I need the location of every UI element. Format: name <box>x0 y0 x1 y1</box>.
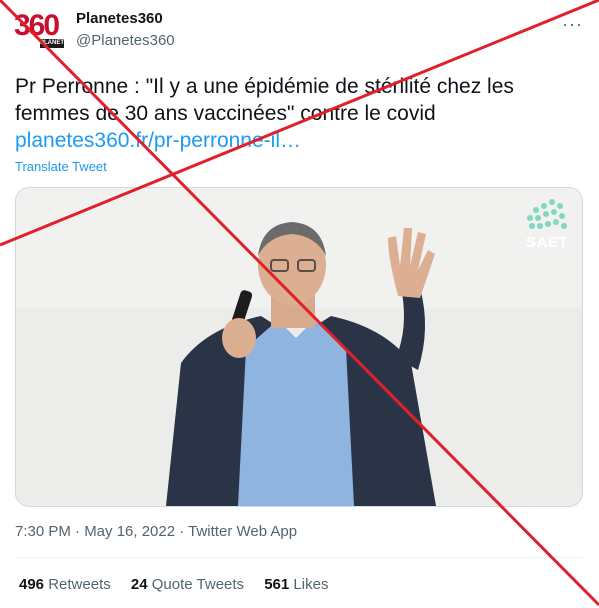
tweet-stats: 496 Retweets 24 Quote Tweets 561 Likes <box>19 576 344 593</box>
speaker-photo <box>16 188 582 506</box>
tweet-card: 360 PLANETES Planetes360 @Planetes360 ··… <box>0 0 599 608</box>
divider <box>15 557 585 558</box>
stat-count: 24 <box>130 576 148 593</box>
tweet-link[interactable]: planetes360.fr/pr-perronne-il… <box>15 127 585 154</box>
account-handle[interactable]: @Planetes360 <box>76 32 175 49</box>
stat-label: Quote Tweets <box>151 576 245 593</box>
stat-count: 496 <box>19 576 45 593</box>
more-options-icon[interactable]: ··· <box>562 14 583 35</box>
media-watermark: SAET <box>525 234 568 251</box>
account-name[interactable]: Planetes360 <box>76 10 163 27</box>
stat-quote-tweets[interactable]: 24 Quote Tweets <box>131 576 244 593</box>
tweet-media-image[interactable]: SAET <box>15 187 583 507</box>
tweet-text-body: Pr Perronne : "Il y a une épidémie de st… <box>15 75 514 125</box>
tweet-text: Pr Perronne : "Il y a une épidémie de st… <box>15 73 585 154</box>
avatar[interactable]: 360 PLANETES <box>14 8 73 48</box>
stat-label: Likes <box>293 576 329 593</box>
translate-tweet-link[interactable]: Translate Tweet <box>15 159 107 174</box>
avatar-logo-label: PLANETES <box>40 39 73 48</box>
avatar-logo-number: 360 <box>14 9 60 42</box>
stat-retweets[interactable]: 496 Retweets <box>19 576 111 593</box>
stat-count: 561 <box>264 576 290 593</box>
stat-label: Retweets <box>48 576 111 593</box>
stat-likes[interactable]: 561 Likes <box>264 576 328 593</box>
tweet-timestamp[interactable]: 7:30 PM · May 16, 2022 · Twitter Web App <box>15 523 297 540</box>
